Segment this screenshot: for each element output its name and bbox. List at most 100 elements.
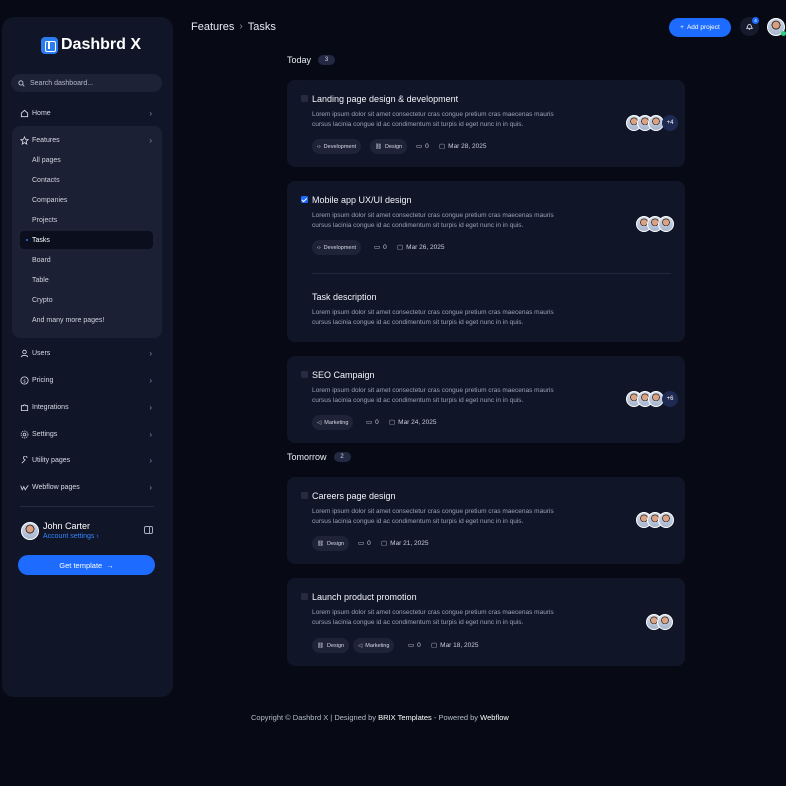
sidebar-subitem-projects[interactable]: Projects xyxy=(32,214,57,226)
footer: Copyright © Dashbrd X | Designed by BRIX… xyxy=(251,713,509,722)
code-icon: ‹› xyxy=(317,143,321,150)
tag-development[interactable]: ‹› Development xyxy=(312,139,362,154)
calendar-icon: ▢ xyxy=(381,540,388,547)
add-project-label: Add project xyxy=(686,24,720,31)
task-description: Lorem ipsum dolor sit amet consectetur c… xyxy=(312,111,554,128)
avatar xyxy=(658,512,674,528)
task-title[interactable]: Mobile app UX/UI design xyxy=(312,195,412,205)
task-title[interactable]: Careers page design xyxy=(312,491,396,501)
section-tomorrow: Tomorrow 2 xyxy=(287,452,351,462)
sidebar-item-label: Webflow pages xyxy=(32,483,80,491)
comments-count[interactable]: ▭ 0 xyxy=(366,418,379,427)
comment-icon: ▭ xyxy=(408,642,415,649)
comments-count[interactable]: ▭ 0 xyxy=(416,142,429,151)
footer-powered: - Powered by xyxy=(431,713,479,722)
due-date: ▢ Mar 18, 2025 xyxy=(431,641,478,650)
tag-label: Design xyxy=(326,642,345,649)
sidebar-item-label: Pricing xyxy=(32,376,54,384)
calendar-icon: ▢ xyxy=(397,244,404,251)
comments-value: 0 xyxy=(383,243,387,251)
task-title[interactable]: Landing page design & development xyxy=(312,94,458,104)
comments-count[interactable]: ▭ 0 xyxy=(374,243,387,252)
tag-marketing[interactable]: ◁ Marketing xyxy=(312,415,354,430)
count-badge: 3 xyxy=(318,55,336,65)
task-checkbox[interactable] xyxy=(301,371,308,378)
add-project-button[interactable]: + Add project xyxy=(669,18,731,37)
chevron-right-icon: › xyxy=(239,21,243,32)
comment-icon: ▭ xyxy=(358,540,365,547)
task-checkbox[interactable] xyxy=(301,492,308,499)
task-checkbox[interactable] xyxy=(301,593,308,600)
sidebar-item-utility-pages[interactable]: Utility pages › xyxy=(20,453,155,467)
account-settings-link[interactable]: Account settings › xyxy=(43,533,99,540)
get-template-button[interactable]: Get template → xyxy=(18,555,155,575)
breadcrumb-features[interactable]: Features xyxy=(191,21,234,33)
brix-templates-link[interactable]: BRIX Templates xyxy=(378,713,432,722)
gear-icon xyxy=(20,430,29,439)
task-description: Lorem ipsum dolor sit amet consectetur c… xyxy=(312,609,554,626)
sidebar-item-label: Home xyxy=(32,109,51,117)
task-title[interactable]: Launch product promotion xyxy=(312,592,417,602)
calendar-icon: ▢ xyxy=(389,419,396,426)
assignees[interactable] xyxy=(646,614,673,630)
comments-count[interactable]: ▭ 0 xyxy=(358,539,371,548)
comments-value: 0 xyxy=(367,539,371,547)
star-icon xyxy=(20,135,29,145)
wrench-icon xyxy=(20,455,29,465)
avatar[interactable] xyxy=(21,522,39,540)
sidebar-subitem-board[interactable]: Board xyxy=(32,254,51,266)
assignees[interactable] xyxy=(636,512,674,528)
link-icon: ⛓ xyxy=(317,642,324,649)
comments-value: 0 xyxy=(375,418,379,426)
search-input[interactable]: Search dashboard... xyxy=(11,74,162,92)
avatar xyxy=(657,614,673,630)
sidebar-subitem-companies[interactable]: Companies xyxy=(32,194,67,206)
arrow-right-icon: → xyxy=(106,560,114,570)
sidebar-item-users[interactable]: Users › xyxy=(20,346,155,360)
due-date: ▢ Mar 24, 2025 xyxy=(389,418,436,427)
sidebar-item-integrations[interactable]: Integrations › xyxy=(20,400,155,414)
due-date: ▢ Mar 21, 2025 xyxy=(381,539,428,548)
comment-icon: ▭ xyxy=(416,143,423,150)
sidebar-subitem-tasks[interactable]: Tasks xyxy=(32,234,50,246)
assignees[interactable]: +6 xyxy=(626,391,678,407)
comment-icon: ▭ xyxy=(366,419,373,426)
task-checkbox-checked[interactable] xyxy=(301,196,308,203)
comments-count[interactable]: ▭ 0 xyxy=(408,641,421,650)
sidebar-subitem-more[interactable]: And many more pages! xyxy=(32,314,104,326)
tag-design[interactable]: ⛓ Design xyxy=(370,139,408,154)
assignees[interactable] xyxy=(636,216,674,232)
logo-icon xyxy=(41,36,58,54)
tag-development[interactable]: ‹› Development xyxy=(312,240,362,255)
tag-label: Development xyxy=(323,143,357,150)
sidebar-item-features[interactable]: Features › xyxy=(20,133,155,147)
task-checkbox[interactable] xyxy=(301,95,308,102)
task-title[interactable]: SEO Campaign xyxy=(312,370,375,380)
webflow-icon xyxy=(20,483,29,492)
due-date-value: Mar 26, 2025 xyxy=(406,243,445,251)
sidebar-subitem-crypto[interactable]: Crypto xyxy=(32,294,53,306)
sidebar-toggle-icon[interactable] xyxy=(144,526,153,534)
sidebar-item-webflow-pages[interactable]: Webflow pages › xyxy=(20,480,155,494)
tag-marketing[interactable]: ◁ Marketing xyxy=(353,638,395,653)
app-logo[interactable]: Dashbrd X xyxy=(41,36,141,54)
sidebar-subitem-contacts[interactable]: Contacts xyxy=(32,174,60,186)
sidebar-subitem-table[interactable]: Table xyxy=(32,274,49,286)
sidebar-subitem-all-pages[interactable]: All pages xyxy=(32,154,61,166)
chevron-right-icon: › xyxy=(149,108,152,118)
chevron-right-icon: › xyxy=(149,402,152,412)
card-divider xyxy=(312,273,671,274)
sidebar-item-label: Settings xyxy=(32,430,58,438)
assignees[interactable]: +4 xyxy=(626,115,678,131)
task-description: Lorem ipsum dolor sit amet consectetur c… xyxy=(312,508,554,525)
section-title: Today xyxy=(287,55,312,65)
sidebar-item-pricing[interactable]: $ Pricing › xyxy=(20,373,155,387)
count-badge: 2 xyxy=(333,452,351,462)
webflow-link[interactable]: Webflow xyxy=(480,713,509,722)
code-icon: ‹› xyxy=(317,244,321,251)
sidebar-item-settings[interactable]: Settings › xyxy=(20,427,155,441)
link-icon: ⛓ xyxy=(375,143,382,150)
tag-design[interactable]: ⛓ Design xyxy=(312,638,350,653)
sidebar-item-home[interactable]: Home › xyxy=(20,106,155,120)
tag-design[interactable]: ⛓ Design xyxy=(312,536,350,551)
